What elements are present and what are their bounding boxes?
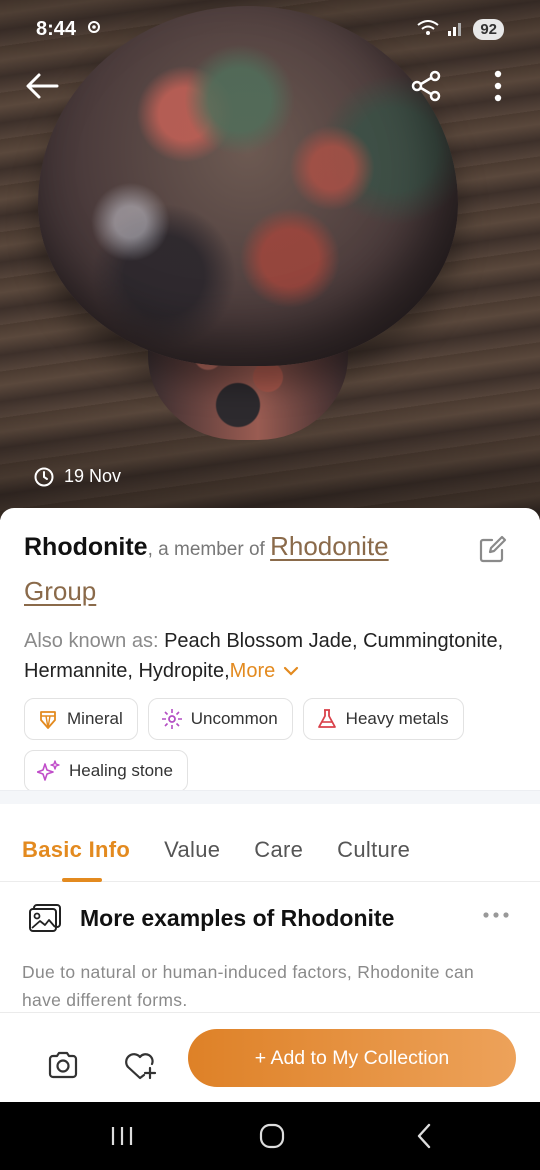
- tag-uncommon[interactable]: Uncommon: [147, 698, 293, 740]
- edit-button[interactable]: [478, 534, 510, 566]
- battery-level: 92: [473, 18, 504, 40]
- tag-list: Mineral Uncommon Heavy metals Healing st…: [24, 698, 494, 792]
- capture-date: 19 Nov: [34, 466, 121, 487]
- tag-label: Heavy metals: [345, 709, 449, 728]
- tag-mineral[interactable]: Mineral: [24, 698, 138, 740]
- clock-icon: [34, 467, 54, 486]
- also-known-as: Also known as: Peach Blossom Jade, Cummi…: [24, 626, 516, 686]
- flask-icon: [317, 709, 336, 728]
- add-to-collection-button[interactable]: + Add to My Collection: [188, 1029, 516, 1087]
- bottom-action-bar: + Add to My Collection: [0, 1012, 540, 1102]
- wifi-icon: [417, 19, 439, 39]
- settings-gear-icon: [86, 18, 102, 41]
- gem-icon: [40, 711, 56, 729]
- camera-icon: [48, 1051, 78, 1079]
- recent-apps-icon: [111, 1127, 133, 1145]
- chevron-left-icon: [417, 1123, 431, 1149]
- share-button[interactable]: [405, 64, 449, 108]
- camera-button[interactable]: [43, 1045, 83, 1085]
- system-back-button[interactable]: [404, 1122, 444, 1150]
- status-bar: 8:44 92: [0, 0, 540, 58]
- aka-label: Also known as:: [24, 630, 165, 652]
- stone-cap-shape: [38, 6, 458, 366]
- share-icon: [411, 70, 441, 102]
- specimen-photo[interactable]: 8:44 92 19 Nov: [0, 0, 540, 520]
- sparkles-icon: [37, 760, 60, 781]
- wishlist-button[interactable]: [121, 1045, 161, 1085]
- capture-date-text: 19 Nov: [64, 466, 122, 486]
- kebab-menu-icon: [494, 70, 502, 102]
- arrow-left-icon: [26, 73, 59, 99]
- specimen-info-card: Rhodonite, a member of Rhodonite Group A…: [0, 508, 540, 792]
- home-button[interactable]: [252, 1122, 292, 1150]
- tag-label: Healing stone: [69, 761, 173, 780]
- edit-icon: [479, 535, 507, 563]
- aka-more-button[interactable]: More: [230, 660, 299, 682]
- tab-value[interactable]: Value: [164, 818, 220, 882]
- aka-more-label[interactable]: More: [230, 660, 276, 682]
- gallery-icon: [29, 904, 61, 932]
- heart-plus-icon: [125, 1053, 157, 1080]
- tab-care[interactable]: Care: [254, 818, 303, 882]
- home-icon: [259, 1123, 285, 1149]
- more-options-button[interactable]: [476, 64, 520, 108]
- back-button[interactable]: [20, 64, 64, 108]
- section-divider: [0, 790, 540, 804]
- member-of-text: , a member of: [147, 539, 271, 560]
- status-time: 8:44: [36, 17, 77, 40]
- tag-healing-stone[interactable]: Healing stone: [24, 750, 188, 792]
- tab-basic-info[interactable]: Basic Info: [22, 818, 130, 882]
- signal-icon: [447, 20, 465, 39]
- tag-heavy-metals[interactable]: Heavy metals: [302, 698, 464, 740]
- specimen-name: Rhodonite: [24, 533, 148, 561]
- tab-bar: Basic Info Value Care Culture: [0, 818, 540, 882]
- tag-label: Uncommon: [190, 709, 278, 728]
- chevron-down-icon: [283, 666, 298, 676]
- sparkle-icon: [161, 709, 182, 729]
- tag-label: Mineral: [67, 709, 123, 728]
- section-more-button[interactable]: [482, 906, 510, 924]
- section-title: More examples of Rhodonite: [80, 904, 395, 931]
- system-navigation-bar: [0, 1102, 540, 1170]
- more-horizontal-icon: [483, 912, 509, 918]
- section-description: Due to natural or human-induced factors,…: [22, 962, 475, 1010]
- specimen-title: Rhodonite, a member of Rhodonite Group: [24, 526, 516, 616]
- recent-apps-button[interactable]: [102, 1122, 142, 1150]
- more-examples-header: More examples of Rhodonite: [28, 896, 518, 940]
- tab-culture[interactable]: Culture: [337, 818, 410, 882]
